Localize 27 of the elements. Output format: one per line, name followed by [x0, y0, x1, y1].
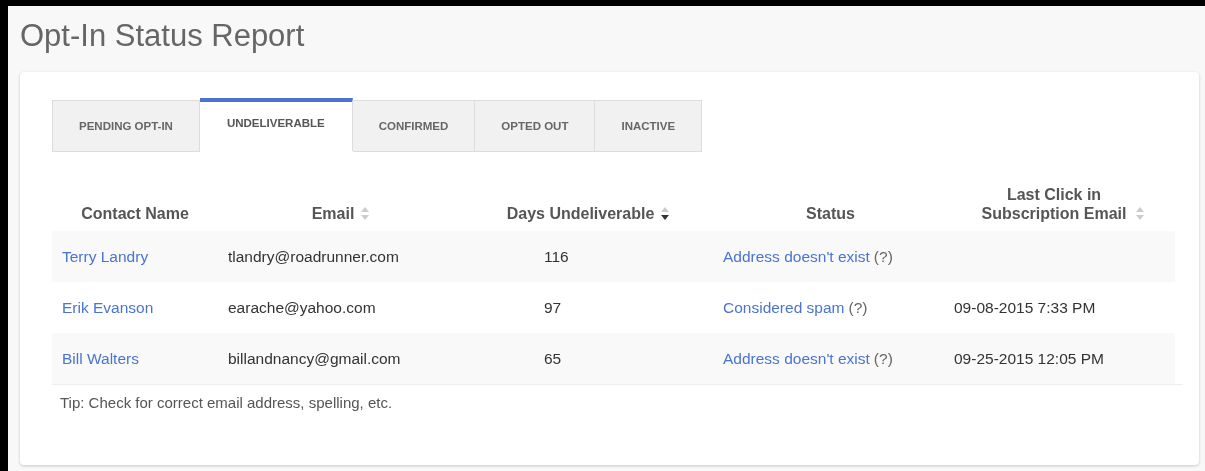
- table-cell: billandnancy@gmail.com: [218, 333, 463, 384]
- sort-icon[interactable]: [661, 207, 670, 220]
- status-link[interactable]: Address doesn't exist: [723, 349, 870, 368]
- help-link[interactable]: (?): [873, 349, 893, 368]
- contact-link[interactable]: Erik Evanson: [62, 298, 154, 317]
- column-header: Status: [806, 204, 855, 223]
- table-cell: tlandry@roadrunner.com: [218, 231, 463, 282]
- tab[interactable]: PENDING OPT-IN: [52, 100, 200, 152]
- contact-link[interactable]: Terry Landry: [62, 247, 149, 266]
- column-header[interactable]: Email: [311, 204, 355, 223]
- tab[interactable]: UNDELIVERABLE: [199, 98, 353, 151]
- tab[interactable]: OPTED OUT: [475, 100, 596, 152]
- tab[interactable]: CONFIRMED: [352, 100, 476, 152]
- status-link[interactable]: Considered spam: [723, 298, 845, 317]
- contact-link[interactable]: Bill Walters: [62, 349, 139, 368]
- column-header[interactable]: Days Undeliverable: [506, 204, 655, 223]
- column-header[interactable]: Last Click in Subscription Email: [979, 185, 1129, 223]
- table-cell: 65: [463, 333, 713, 384]
- help-link[interactable]: (?): [848, 298, 868, 317]
- table-cell: 09-25-2015 12:05 PM: [948, 333, 1175, 384]
- page-title: Opt-In Status Report: [20, 18, 306, 54]
- tip-text: Tip: Check for correct email address, spelling, etc.: [52, 384, 1183, 411]
- column-header: Contact Name: [81, 204, 189, 223]
- table-cell: 116: [463, 231, 713, 282]
- status-link[interactable]: Address doesn't exist: [723, 247, 870, 266]
- help-link[interactable]: (?): [873, 247, 893, 266]
- tab[interactable]: INACTIVE: [595, 100, 703, 152]
